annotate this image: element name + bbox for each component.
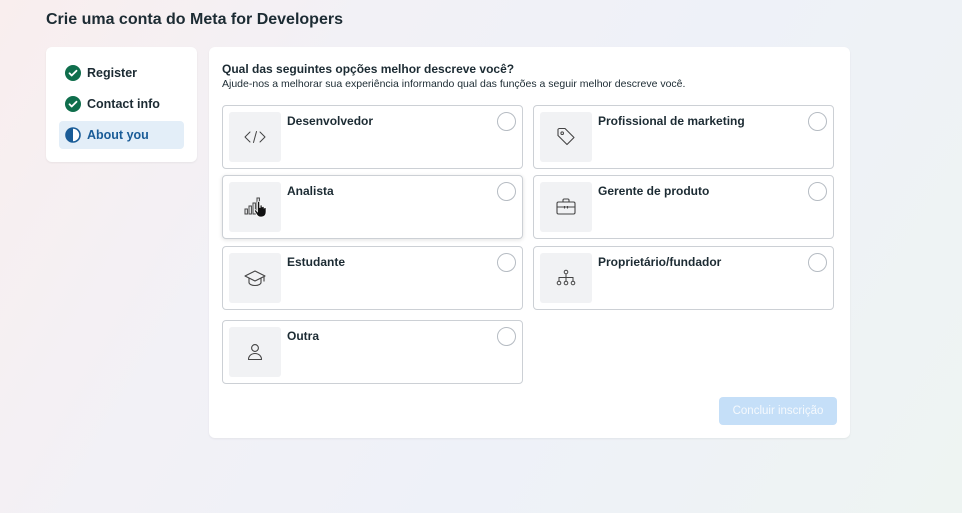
option-label: Analista [287,184,334,198]
step-contact-info: Contact info [59,90,184,118]
option-radio[interactable] [808,182,827,201]
person-icon [245,342,265,362]
option-thumb [229,253,281,303]
option-radio[interactable] [497,253,516,272]
option-label: Outra [287,329,320,343]
option-thumb [229,327,281,377]
step-about-you: About you [59,121,184,149]
option-thumb [540,182,592,232]
option-label: Desenvolvedor [287,114,374,128]
option-radio[interactable] [808,112,827,131]
half-circle-progress-icon [65,127,81,143]
graduation-cap-icon [243,268,267,288]
briefcase-icon [555,197,577,217]
role-selection-card: Qual das seguintes opções melhor descrev… [209,47,850,438]
option-radio[interactable] [497,112,516,131]
code-icon [244,130,266,144]
option-radio[interactable] [497,327,516,346]
tag-icon [555,126,577,148]
step-label: Register [87,66,138,80]
option-label: Proprietário/fundador [598,255,722,269]
option-estudante[interactable]: Estudante [222,246,523,310]
option-thumb [540,112,592,162]
option-label: Estudante [287,255,346,269]
step-label: Contact info [87,97,160,111]
option-thumb [229,112,281,162]
question-heading: Qual das seguintes opções melhor descrev… [222,62,515,76]
page-title: Crie uma conta do Meta for Developers [46,11,343,28]
option-label: Gerente de produto [598,184,710,198]
check-circle-icon [65,96,81,112]
complete-signup-button[interactable]: Concluir inscrição [719,397,837,425]
bar-chart-icon [242,194,268,220]
option-radio[interactable] [497,182,516,201]
step-register: Register [59,59,184,87]
option-radio[interactable] [808,253,827,272]
step-label: About you [87,128,149,142]
signup-stepper: Register Contact info About you [46,47,197,162]
check-circle-icon [65,65,81,81]
org-chart-icon [555,268,577,288]
option-analista[interactable]: Analista [222,175,523,239]
option-gerente-de-produto[interactable]: Gerente de produto [533,175,834,239]
option-proprietario-fundador[interactable]: Proprietário/fundador [533,246,834,310]
option-profissional-de-marketing[interactable]: Profissional de marketing [533,105,834,169]
option-label: Profissional de marketing [598,114,745,128]
option-thumb [540,253,592,303]
option-thumb [229,182,281,232]
option-outra[interactable]: Outra [222,320,523,384]
option-desenvolvedor[interactable]: Desenvolvedor [222,105,523,169]
question-helper-text: Ajude-nos a melhorar sua experiência inf… [222,78,686,90]
